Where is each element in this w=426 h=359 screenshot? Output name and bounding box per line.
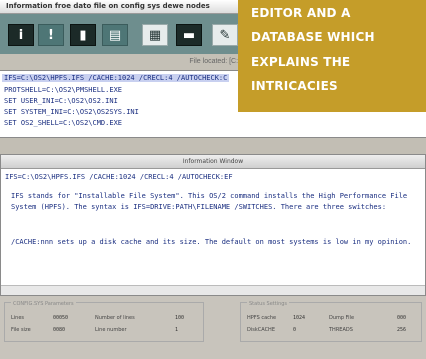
pane-separator[interactable] — [0, 138, 426, 154]
caption-line: INTRICACIES — [251, 79, 338, 93]
edit-button[interactable]: ✎ — [212, 24, 238, 46]
caption-overlay: EDITOR AND A DATABASE WHICH EXPLAINS THE… — [238, 0, 426, 112]
field-value: 256 — [397, 327, 407, 333]
caption-line: EXPLAINS THE — [251, 55, 351, 69]
field-label: Lines — [11, 315, 25, 321]
group-title: CONFIG.SYS Parameters — [11, 301, 76, 307]
file-line[interactable]: IFS=C:\OS2\HPFS.IFS /CACHE:1024 /CRECL:4… — [2, 74, 230, 82]
field-value: 1 — [175, 327, 179, 333]
field-value: 1024 — [293, 315, 306, 321]
field-label: File size — [11, 327, 31, 333]
information-window-title: Information Window — [1, 155, 425, 169]
field-label: Line number — [95, 327, 127, 333]
information-window: Information Window IFS=C:\OS2\HPFS.IFS /… — [0, 154, 426, 296]
field-label: HPFS cache — [247, 315, 277, 321]
information-scrollbar[interactable] — [1, 285, 425, 295]
clipboard-icon: ▤ — [108, 27, 122, 43]
file-line[interactable]: SET SYSTEM_INI=C:\OS2\OS2SYS.INI — [4, 108, 139, 116]
config-parameters-group: CONFIG.SYS Parameters Lines 00050 Number… — [4, 301, 204, 342]
information-paragraph: IFS stands for "Installable File System"… — [11, 192, 408, 211]
field-label: Dump File — [329, 315, 355, 321]
info-button[interactable]: i — [8, 24, 34, 46]
file-line[interactable]: SET USER_INI=C:\OS2\OS2.INI — [4, 97, 118, 105]
caption-line: EDITOR AND A — [251, 6, 351, 20]
field-value: 000 — [397, 315, 407, 321]
field-label: THREADS — [329, 327, 353, 333]
grid-icon: ▦ — [148, 27, 162, 43]
window-title: Information froe dato file on config sys… — [6, 2, 210, 10]
list-icon: ▬ — [182, 27, 196, 43]
edit-icon: ✎ — [219, 27, 231, 43]
file-line[interactable]: PROTSHELL=C:\OS2\PMSHELL.EXE — [4, 86, 122, 94]
file-line[interactable]: SET OS2_SHELL=C:\OS2\CMD.EXE — [4, 119, 122, 127]
information-path: IFS=C:\OS2\HPFS.IFS /CACHE:1024 /CRECL:4… — [5, 173, 233, 181]
caption-line: DATABASE WHICH — [251, 30, 375, 44]
field-value: 0 — [293, 327, 297, 333]
status-settings-group: Status Settings HPFS cache 1024 Dump Fil… — [240, 301, 422, 342]
page-arrow-icon: ▮ — [79, 27, 87, 43]
status-panel: CONFIG.SYS Parameters Lines 00050 Number… — [0, 296, 426, 359]
page-button[interactable]: ▮ — [70, 24, 96, 46]
group-title: Status Settings — [247, 301, 290, 307]
info-icon: i — [18, 27, 24, 43]
field-label: DiskCACHE — [247, 327, 275, 333]
grid-button[interactable]: ▦ — [142, 24, 168, 46]
alert-button[interactable]: ! — [38, 24, 64, 46]
information-paragraph: /CACHE:nnn sets up a disk cache and its … — [11, 238, 412, 246]
field-value: 100 — [175, 315, 185, 321]
field-value: 0080 — [53, 327, 66, 333]
clipboard-button[interactable]: ▤ — [102, 24, 128, 46]
list-button[interactable]: ▬ — [176, 24, 202, 46]
field-value: 00050 — [53, 315, 69, 321]
exclamation-icon: ! — [48, 27, 54, 43]
file-location-label: File located: [C:\ — [189, 58, 240, 65]
field-label: Number of lines — [95, 315, 135, 321]
